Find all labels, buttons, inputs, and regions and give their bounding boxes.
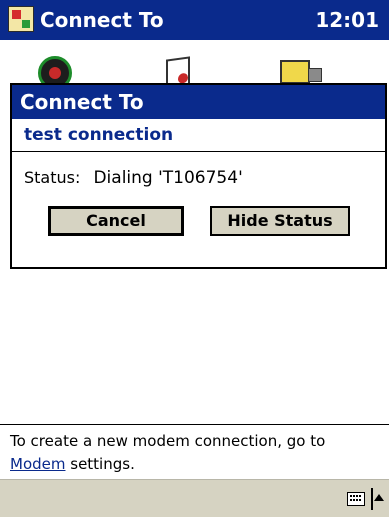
status-row: Status: Dialing 'T106754' bbox=[24, 168, 243, 188]
taskbar bbox=[0, 479, 389, 517]
info-line-1: To create a new modem connection, go to bbox=[10, 432, 326, 450]
windows-flag-icon[interactable] bbox=[8, 6, 34, 32]
info-line-2: Modem settings. bbox=[10, 453, 379, 476]
app-title: Connect To bbox=[40, 8, 164, 32]
keyboard-icon[interactable] bbox=[347, 492, 365, 506]
separator bbox=[371, 488, 373, 510]
modem-settings-link[interactable]: Modem bbox=[10, 455, 65, 473]
title-bar: Connect To 12:01 bbox=[0, 0, 389, 40]
status-label: Status: bbox=[24, 168, 81, 187]
connection-name: test connection bbox=[12, 119, 385, 152]
status-value: Dialing 'T106754' bbox=[93, 168, 243, 188]
info-line-2-rest: settings. bbox=[65, 455, 135, 473]
dialog-title: Connect To bbox=[12, 85, 385, 119]
clock[interactable]: 12:01 bbox=[315, 6, 379, 34]
input-menu-arrow-icon[interactable] bbox=[374, 494, 384, 501]
hide-status-button[interactable]: Hide Status bbox=[210, 206, 350, 236]
connect-dialog: Connect To test connection Status: Diali… bbox=[10, 83, 387, 269]
info-text: To create a new modem connection, go to … bbox=[0, 424, 389, 480]
phone-modem-icon bbox=[280, 60, 322, 84]
cancel-button[interactable]: Cancel bbox=[48, 206, 184, 236]
